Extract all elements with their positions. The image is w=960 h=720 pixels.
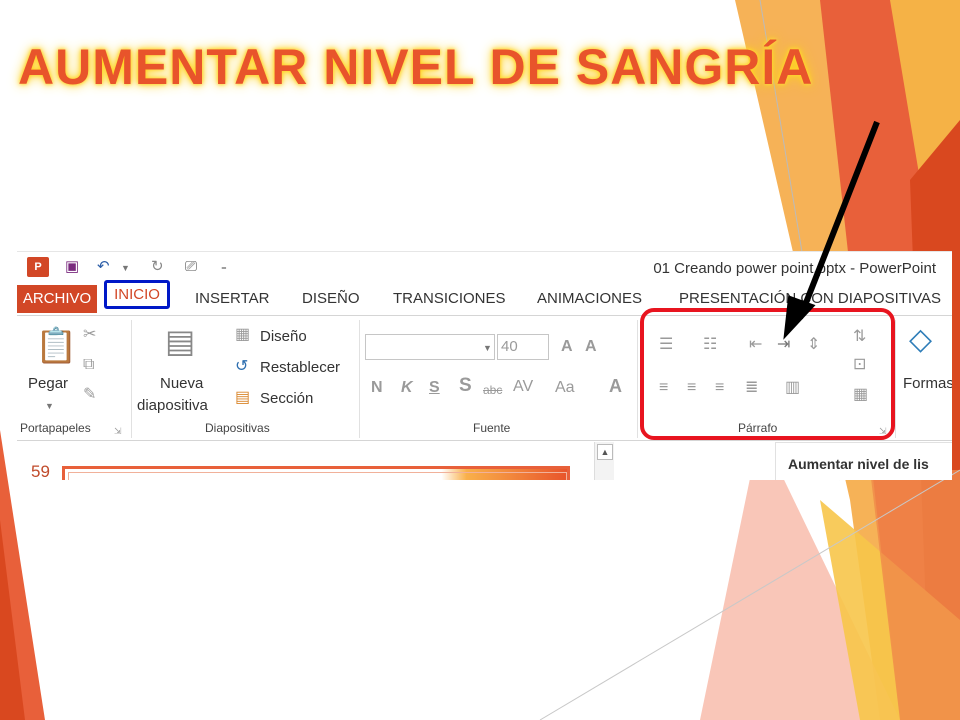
slide-number: 59 [31, 462, 50, 480]
redo-icon[interactable]: ↻ [151, 258, 164, 276]
tooltip: Aumentar nivel de lis [775, 442, 952, 480]
shapes-button[interactable]: Formas [903, 375, 952, 392]
slide-thumbnail[interactable] [62, 466, 570, 480]
tab-presentacion[interactable]: PRESENTACIÓN CON DIAPOSITIVAS [679, 290, 941, 307]
grow-font-icon[interactable]: A [561, 338, 573, 356]
slide-title: AUMENTAR NIVEL DE SANGRÍA [18, 39, 814, 95]
font-family-input[interactable] [365, 334, 495, 360]
tooltip-text: Aumentar nivel de lis [788, 456, 929, 472]
tab-diseno[interactable]: DISEÑO [302, 290, 360, 307]
parrafo-highlight [640, 308, 895, 440]
save-icon[interactable]: ▣ [65, 258, 79, 276]
powerpoint-logo-icon: P [27, 257, 49, 277]
tab-insertar[interactable]: INSERTAR [195, 290, 269, 307]
group-label-fuente: Fuente [473, 421, 511, 435]
font-color-button[interactable]: A [609, 377, 622, 395]
tab-inicio[interactable]: INICIO [104, 280, 170, 309]
customize-toolbar-icon[interactable]: ₌ [221, 258, 227, 276]
shrink-font-icon[interactable]: A [585, 338, 597, 356]
char-spacing-button[interactable]: AV [513, 378, 533, 396]
change-case-button[interactable]: Aa [555, 379, 575, 397]
copy-icon[interactable]: ⧉ [83, 356, 94, 374]
shadow-button[interactable]: S [459, 376, 472, 395]
italic-button[interactable]: K [401, 379, 413, 397]
underline-button[interactable]: S [429, 379, 440, 397]
tab-transiciones[interactable]: TRANSICIONES [393, 290, 506, 307]
bold-button[interactable]: N [371, 379, 383, 397]
paste-icon[interactable]: 📋 [35, 328, 77, 364]
group-label-portapapeles: Portapapeles [20, 421, 91, 435]
font-family-dropdown-icon[interactable]: ▼ [483, 338, 492, 357]
strikethrough-button[interactable]: abc [483, 381, 502, 399]
new-slide-button[interactable]: Nueva [160, 375, 203, 392]
layout-button[interactable]: Diseño [260, 328, 307, 345]
window-title: 01 Creando power point.pptx - PowerPoint [653, 260, 936, 277]
cut-icon[interactable]: ✂ [83, 326, 96, 344]
font-size-input[interactable]: 40 [497, 334, 549, 360]
paste-dropdown-icon[interactable]: ▼ [45, 396, 54, 415]
undo-icon[interactable]: ↶ [97, 258, 110, 276]
section-icon[interactable]: ▤ [235, 389, 250, 407]
quick-access-toolbar: P ▣ ↶ ▼ ↻ ⎚ ₌ 01 Creando power point.ppt… [17, 252, 952, 282]
undo-dropdown-icon[interactable]: ▼ [121, 258, 130, 277]
section-button[interactable]: Sección [260, 390, 313, 407]
tab-animaciones[interactable]: ANIMACIONES [537, 290, 642, 307]
paste-button[interactable]: Pegar [28, 375, 68, 392]
new-slide-button-line2[interactable]: diapositiva [137, 397, 208, 414]
group-label-diapositivas: Diapositivas [205, 421, 270, 435]
portapapeles-launcher-icon[interactable]: ⇲ [114, 422, 122, 440]
shapes-icon[interactable]: ◇ [909, 324, 932, 356]
new-slide-icon[interactable]: ▤ [165, 324, 195, 358]
format-painter-icon[interactable]: ✎ [83, 386, 96, 404]
slides-pane: 59 ▲ Aumentar nivel de lis [17, 442, 952, 480]
scroll-up-icon[interactable]: ▲ [597, 444, 613, 460]
tab-archivo[interactable]: ARCHIVO [17, 285, 97, 313]
presenter-icon[interactable]: ⎚ [185, 258, 197, 276]
reset-button[interactable]: Restablecer [260, 359, 340, 376]
layout-icon[interactable]: ▦ [235, 326, 250, 344]
reset-icon[interactable]: ↺ [235, 358, 248, 376]
